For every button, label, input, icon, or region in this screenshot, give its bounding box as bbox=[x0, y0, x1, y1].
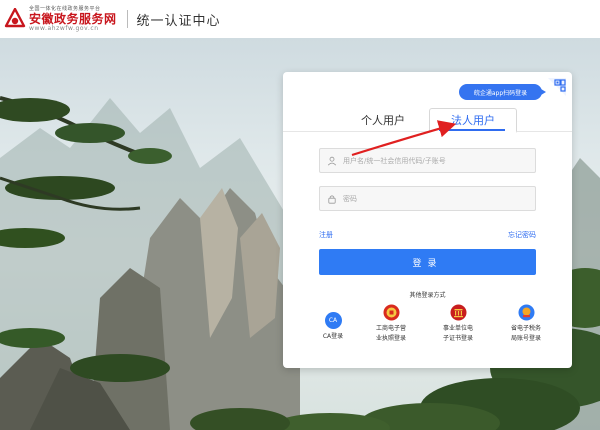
password-input[interactable] bbox=[343, 194, 533, 203]
logo-text[interactable]: 全国一体化在线政务服务平台 安徽政务服务网 www.ahzwfw.gov.cn bbox=[29, 5, 117, 32]
other-login-options: CA CA登录 工商电子营 业执照登录 事业单位电 子证书登录 省电子税务 局账… bbox=[313, 304, 553, 354]
user-type-tabs: 个人用户 法人用户 bbox=[283, 108, 572, 133]
institution-icon bbox=[450, 304, 467, 321]
logo-title: 安徽政务服务网 bbox=[29, 11, 117, 26]
top-header: 全国一体化在线政务服务平台 安徽政务服务网 www.ahzwfw.gov.cn … bbox=[0, 0, 600, 38]
institution-cert-login-label: 事业单位电 子证书登录 bbox=[430, 324, 486, 344]
business-license-login-label: 工商电子营 业执照登录 bbox=[363, 324, 419, 344]
business-license-label-line2: 业执照登录 bbox=[375, 335, 406, 342]
ca-login-label-line1: CA登录 bbox=[322, 333, 344, 340]
other-login-title: 其他登录方式 bbox=[409, 292, 446, 299]
login-button[interactable]: 登录 bbox=[319, 249, 536, 275]
app-scan-login-tip[interactable]: 皖企通app扫码登录 bbox=[459, 84, 546, 100]
business-license-icon bbox=[383, 304, 400, 321]
tax-bureau-label-line1: 省电子税务 bbox=[510, 325, 541, 332]
lock-icon bbox=[327, 194, 337, 204]
header-divider bbox=[126, 10, 128, 28]
active-tab-indicator bbox=[439, 129, 505, 131]
tax-bureau-login-label: 省电子税务 局账号登录 bbox=[498, 324, 554, 344]
business-license-label-line1: 工商电子营 bbox=[375, 325, 406, 332]
logo-subtitle: 全国一体化在线政务服务平台 bbox=[29, 5, 101, 12]
institution-label-line2: 子证书登录 bbox=[442, 335, 473, 342]
ca-icon: CA bbox=[324, 312, 342, 329]
logo-icon[interactable] bbox=[4, 8, 26, 30]
forgot-password-link[interactable]: 忘记密码 bbox=[508, 230, 536, 240]
tab-personal-user[interactable]: 个人用户 bbox=[343, 108, 423, 132]
ca-icon-text: CA bbox=[328, 317, 338, 324]
page-title: 统一认证中心 bbox=[136, 13, 221, 29]
user-icon bbox=[327, 156, 337, 166]
business-license-login-option[interactable]: 工商电子营 业执照登录 bbox=[363, 304, 419, 344]
tax-bureau-login-option[interactable]: 省电子税务 局账号登录 bbox=[498, 304, 554, 344]
username-input[interactable] bbox=[343, 156, 533, 165]
institution-label-line1: 事业单位电 bbox=[442, 325, 473, 332]
logo-url: www.ahzwfw.gov.cn bbox=[29, 24, 99, 32]
qr-code-icon[interactable] bbox=[546, 76, 568, 98]
tax-bureau-icon bbox=[518, 304, 535, 321]
ca-login-option[interactable]: CA CA登录 bbox=[305, 312, 361, 342]
login-card: 皖企通app扫码登录 个人用户 法人用户 用户名/统一社会信用代码/子账号 注册… bbox=[283, 72, 572, 368]
password-field[interactable] bbox=[319, 186, 536, 211]
institution-cert-login-option[interactable]: 事业单位电 子证书登录 bbox=[430, 304, 486, 344]
ca-login-label: CA登录 bbox=[305, 332, 361, 342]
username-field[interactable] bbox=[319, 148, 536, 173]
tax-bureau-label-line2: 局账号登录 bbox=[510, 335, 541, 342]
register-link[interactable]: 注册 bbox=[319, 230, 333, 240]
